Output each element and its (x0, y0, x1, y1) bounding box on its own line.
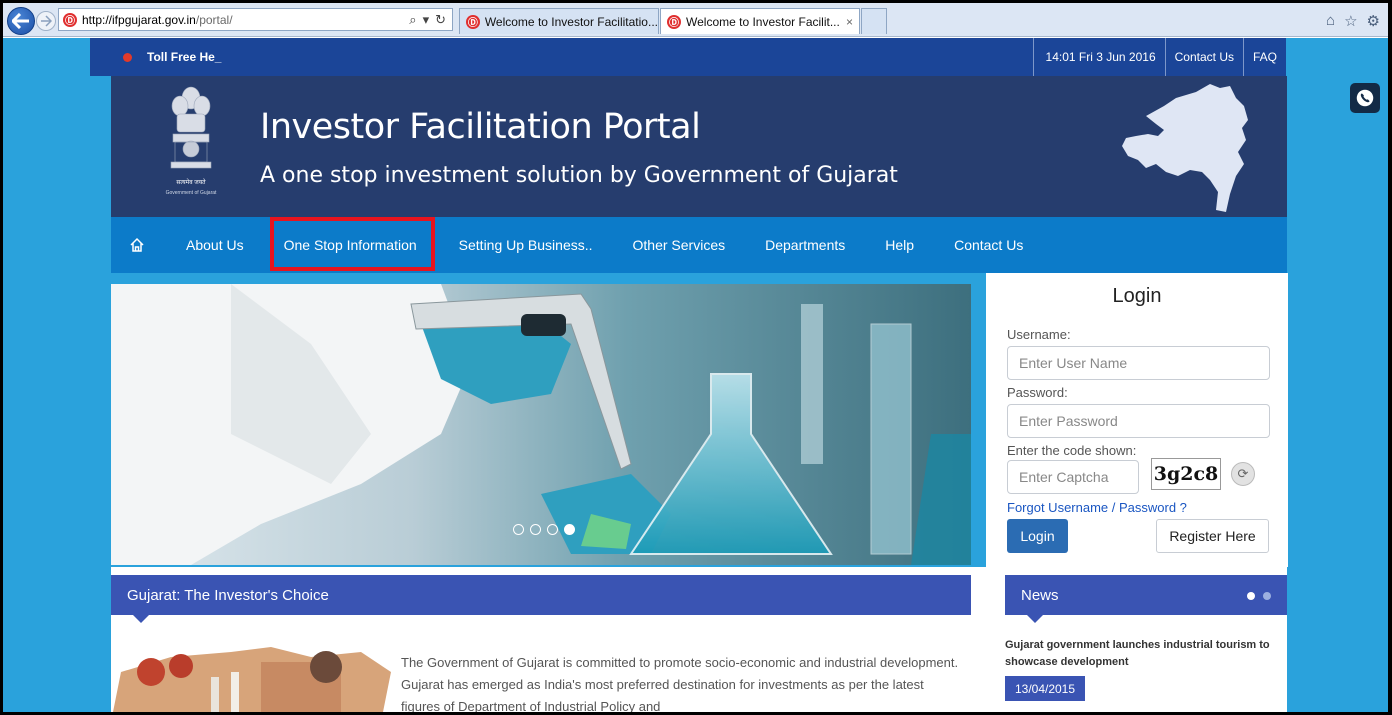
live-indicator-icon (123, 53, 132, 62)
news-dot[interactable] (1263, 592, 1271, 600)
intro-paragraph: The Government of Gujarat is committed t… (401, 655, 959, 712)
phone-call-icon[interactable] (1350, 83, 1380, 113)
nav-help[interactable]: Help (865, 237, 934, 253)
news-heading: News (1021, 586, 1059, 604)
faq-link[interactable]: FAQ (1242, 38, 1286, 76)
arrow-left-icon (12, 13, 29, 29)
nav-other-services[interactable]: Other Services (613, 237, 746, 253)
nav-departments[interactable]: Departments (745, 237, 865, 253)
top-contact-link[interactable]: Contact Us (1164, 38, 1243, 76)
forward-button[interactable] (36, 11, 56, 31)
portal-title: Investor Facilitation Portal (260, 107, 701, 147)
lab-scientist-image (111, 284, 971, 565)
login-panel: Login Username: Enter User Name Password… (986, 273, 1288, 567)
slider-dot[interactable] (513, 524, 524, 535)
news-item-date: 13/04/2015 (1005, 676, 1085, 701)
web-page: Toll Free He_ 14:01 Fri 3 Jun 2016 Conta… (3, 38, 1388, 712)
search-icon[interactable]: ⌕ (409, 12, 416, 28)
password-label: Password: (1007, 385, 1068, 400)
favorites-star-icon[interactable]: ☆ (1344, 12, 1357, 30)
back-button[interactable] (7, 7, 35, 35)
slider-dots (513, 524, 575, 535)
forgot-password-link[interactable]: Forgot Username / Password ? (1007, 500, 1187, 515)
tab-title: Welcome to Investor Facilit... (686, 14, 840, 29)
site-favicon-icon: Ⓓ (63, 12, 77, 27)
date-time: 14:01 Fri 3 Jun 2016 (1032, 38, 1165, 76)
close-tab-icon[interactable]: × (846, 15, 853, 29)
gujarat-map-icon (1122, 84, 1248, 212)
captcha-label: Enter the code shown: (1007, 443, 1137, 458)
home-icon[interactable]: ⌂ (1326, 12, 1335, 30)
tab-title: Welcome to Investor Facilitatio... (484, 14, 658, 29)
settings-gear-icon[interactable]: ⚙ (1367, 12, 1380, 30)
username-input[interactable]: Enter User Name (1007, 346, 1270, 380)
address-bar[interactable]: Ⓓ http://ifpgujarat.gov.in/portal/ ⌕ ▾ ↻ (58, 8, 453, 31)
lion-capital-emblem-icon (170, 86, 212, 169)
section-heading-bar: Gujarat: The Investor's Choice (111, 575, 971, 623)
news-heading-bar: News (1005, 575, 1287, 623)
emblem-caption: Government of Gujarat (165, 190, 217, 196)
captcha-refresh-icon[interactable]: ⟳ (1231, 462, 1255, 486)
toll-free-text: Toll Free He_ (147, 50, 222, 64)
portal-subtitle: A one stop investment solution by Govern… (260, 163, 898, 188)
site-favicon-icon: Ⓓ (667, 14, 681, 29)
home-nav-icon[interactable] (111, 237, 163, 253)
slider-dot[interactable] (547, 524, 558, 535)
slider-dot-active[interactable] (564, 524, 575, 535)
emblem-motto: सत्यमेव जयते (176, 180, 206, 186)
browser-tab-2[interactable]: Ⓓ Welcome to Investor Facilit... × (660, 8, 860, 34)
news-item-title[interactable]: Gujarat government launches industrial t… (1005, 637, 1287, 671)
nav-setting-up-business[interactable]: Setting Up Business.. (437, 237, 613, 253)
dropdown-icon[interactable]: ▾ (423, 12, 430, 28)
username-label: Username: (1007, 327, 1071, 342)
gujarat-collage-image (113, 647, 391, 712)
section-heading: Gujarat: The Investor's Choice (127, 586, 329, 604)
nav-contact-us[interactable]: Contact Us (934, 237, 1043, 253)
captcha-input[interactable]: Enter Captcha (1007, 460, 1139, 494)
state-emblem[interactable]: सत्यमेव जयते Government of Gujarat (151, 84, 231, 212)
browser-tab-1[interactable]: Ⓓ Welcome to Investor Facilitatio... (459, 8, 659, 34)
refresh-icon[interactable]: ↻ (435, 12, 446, 28)
site-banner: सत्यमेव जयते Government of Gujarat Inves… (111, 76, 1287, 217)
nav-about-us[interactable]: About Us (163, 237, 264, 253)
captcha-image: 3g2c8 (1151, 458, 1221, 490)
login-title: Login (1112, 285, 1162, 307)
address-url: http://ifpgujarat.gov.in/portal/ (82, 12, 233, 27)
news-dot-active[interactable] (1247, 592, 1255, 600)
main-content: Gujarat: The Investor's Choice The Gover… (111, 567, 1287, 712)
login-button[interactable]: Login (1007, 519, 1068, 553)
register-button[interactable]: Register Here (1156, 519, 1269, 553)
site-favicon-icon: Ⓓ (466, 14, 480, 29)
browser-chrome: Ⓓ http://ifpgujarat.gov.in/portal/ ⌕ ▾ ↻… (3, 3, 1388, 37)
new-tab-button[interactable] (861, 8, 887, 34)
password-input[interactable]: Enter Password (1007, 404, 1270, 438)
highlight-box (270, 217, 435, 271)
slider-dot[interactable] (530, 524, 541, 535)
hero-slider[interactable] (111, 284, 971, 565)
arrow-right-icon (41, 15, 52, 27)
top-info-bar: Toll Free He_ 14:01 Fri 3 Jun 2016 Conta… (90, 38, 1286, 76)
